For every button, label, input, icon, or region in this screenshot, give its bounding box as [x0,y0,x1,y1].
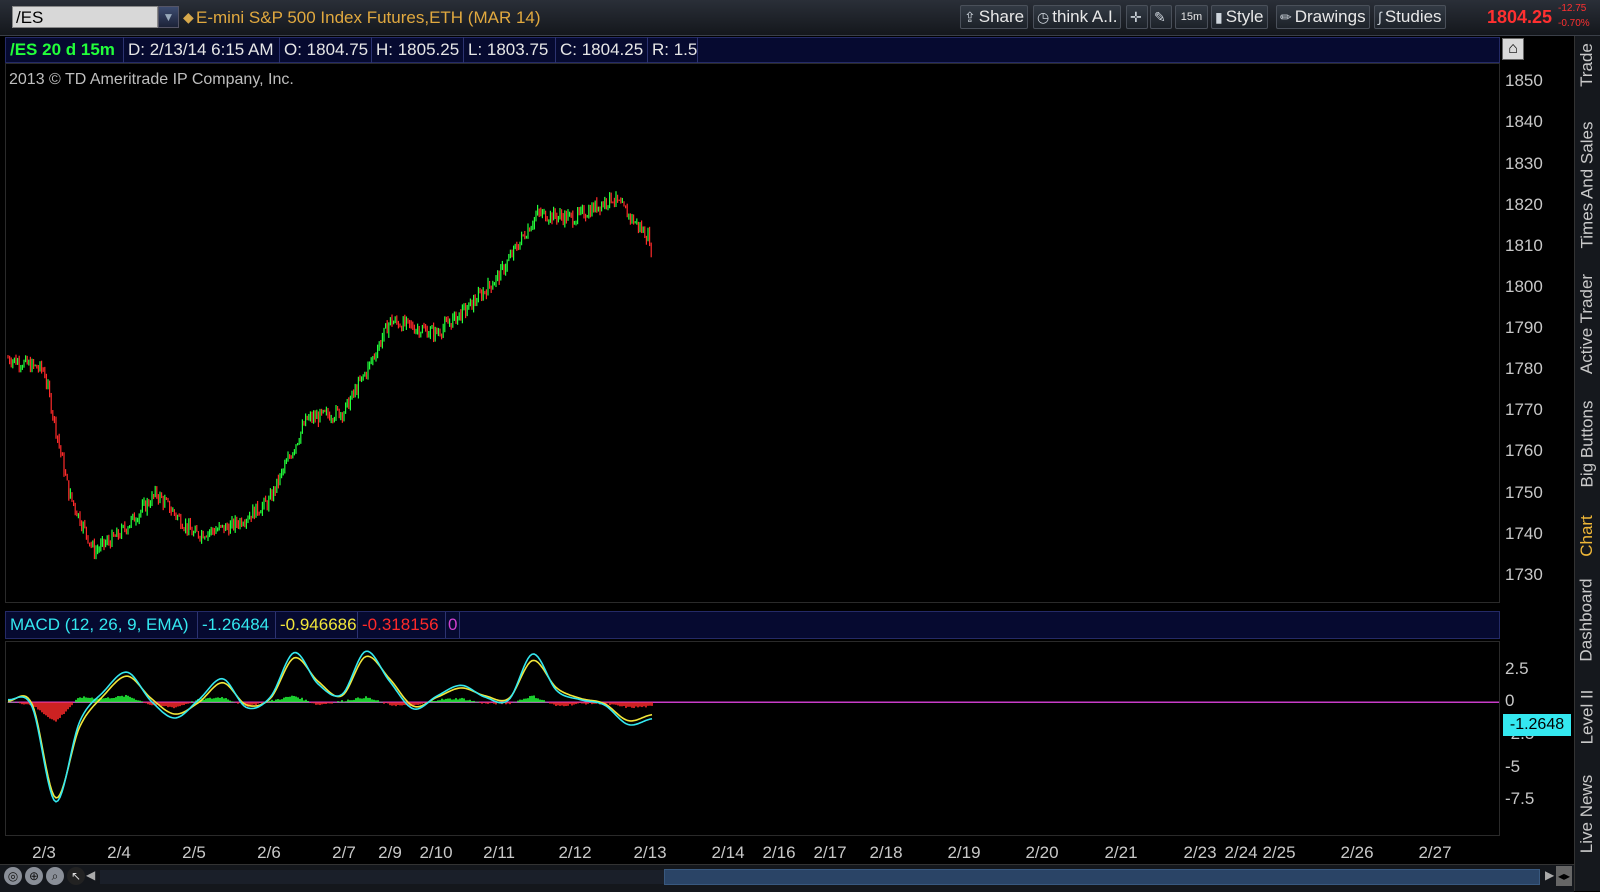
macd-value: -1.26484 [198,612,276,638]
side-tab-dashboard[interactable]: Dashboard [1575,570,1599,670]
x-tick-label: 2/23 [1183,843,1217,862]
macd-y-tick: 0 [1505,691,1515,711]
x-tick-label: 2/17 [813,843,847,862]
macd-diff: -0.318156 [358,612,446,638]
macd-avg: -0.946686 [276,612,358,638]
price-y-tick: 1730 [1505,564,1543,584]
scroll-left-arrow[interactable]: ◀ [86,868,95,882]
side-tab-level-ii[interactable]: Level II [1575,676,1599,758]
price-y-tick: 1780 [1505,359,1543,379]
price-y-tick: 1810 [1505,235,1543,255]
price-y-tick: 1840 [1505,112,1543,132]
x-tick-label: 2/19 [947,843,981,862]
x-tick-label: 2/4 [107,843,131,862]
pointer-icon[interactable]: ↖ [67,867,85,885]
price-y-tick: 1820 [1505,194,1543,214]
side-tab-live-news[interactable]: Live News [1575,764,1599,864]
x-tick-label: 2/5 [182,843,206,862]
x-tick-label: 2/18 [869,843,903,862]
side-tab-chart[interactable]: Chart [1575,508,1599,564]
macd-y-tick: 2.5 [1505,658,1529,678]
price-y-tick: 1750 [1505,482,1543,502]
x-tick-label: 2/12 [558,843,592,862]
x-tick-label: 2/7 [332,843,356,862]
x-tick-label: 2/14 [711,843,745,862]
macd-zero: 0 [446,612,460,638]
scroll-right-arrow[interactable]: ▶ [1545,868,1554,882]
x-tick-label: 2/27 [1418,843,1452,862]
price-y-tick: 1760 [1505,441,1543,461]
x-tick-label: 2/21 [1104,843,1138,862]
macd-y-tick: -5 [1505,756,1521,776]
x-tick-label: 2/11 [483,843,515,862]
price-y-tick: 1770 [1505,400,1543,420]
x-tick-label: 2/16 [762,843,796,862]
price-y-tick: 1740 [1505,523,1543,543]
scrollbar-thumb[interactable] [664,869,1540,885]
magnifier-icon[interactable]: ⌕ [46,867,64,885]
side-tab-times-and-sales[interactable]: Times And Sales [1575,112,1599,258]
macd-value-tag: -1.2648 [1503,714,1571,736]
zoom-in-icon[interactable]: ⊕ [25,867,43,885]
globe-icon[interactable]: ◎ [4,867,22,885]
side-tab-trade[interactable]: Trade [1575,36,1599,94]
x-tick-label: 2/25 [1262,843,1296,862]
zoom-toggle-icon[interactable]: ◂▸ [1556,866,1572,886]
x-tick-label: 2/26 [1340,843,1374,862]
macd-chart-pane[interactable] [5,641,1500,836]
x-tick-label: 2/24 [1224,843,1258,862]
price-y-tick: 1850 [1505,71,1543,91]
x-tick-label: 2/3 [32,843,56,862]
side-tab-big-buttons[interactable]: Big Buttons [1575,388,1599,500]
x-tick-label: 2/13 [633,843,667,862]
macd-label: MACD (12, 26, 9, EMA) [6,612,198,638]
x-tick-label: 2/6 [257,843,281,862]
macd-y-tick: -7.5 [1505,789,1535,809]
side-tab-active-trader[interactable]: Active Trader [1575,268,1599,380]
price-y-tick: 1830 [1505,153,1543,173]
x-tick-label: 2/9 [378,843,402,862]
price-y-tick: 1790 [1505,318,1543,338]
price-y-tick: 1800 [1505,276,1543,296]
x-tick-label: 2/10 [419,843,453,862]
x-tick-label: 2/20 [1025,843,1059,862]
